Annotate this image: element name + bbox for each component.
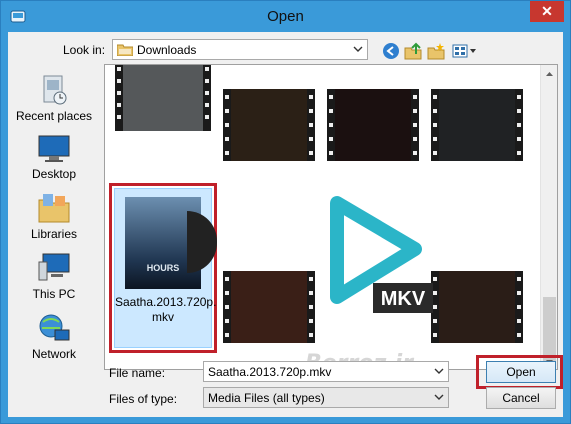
place-libraries[interactable]: Libraries — [8, 192, 100, 250]
video-thumbnail[interactable] — [115, 65, 211, 131]
selected-file-name: Saatha.2013.720p. mkv — [115, 295, 217, 324]
file-name-value: Saatha.2013.720p.mkv — [208, 365, 332, 379]
selected-file[interactable]: HOURS Saatha.2013.720p. mkv — [114, 188, 217, 348]
places-bar: Recent places Desktop Libraries This PC … — [8, 64, 100, 364]
file-type-value: Media Files (all types) — [208, 391, 325, 405]
recent-places-icon — [43, 75, 67, 105]
file-type-dropdown[interactable]: Media Files (all types) — [203, 387, 449, 408]
place-label: Desktop — [31, 167, 77, 181]
folder-icon — [117, 44, 133, 56]
mkv-play-icon: MKV — [330, 196, 433, 313]
selected-file-highlight[interactable]: HOURS Saatha.2013.720p. mkv — [109, 183, 217, 353]
vertical-scrollbar[interactable] — [540, 65, 557, 369]
video-thumbnail[interactable] — [431, 271, 523, 343]
place-label: Network — [31, 347, 76, 361]
cancel-button[interactable]: Cancel — [486, 387, 556, 409]
window-title: Open — [267, 8, 304, 25]
open-dialog: Open ✕ Look in: Downloads Recent places … — [0, 0, 571, 424]
close-button[interactable]: ✕ — [530, 1, 564, 22]
place-recent[interactable]: Recent places — [8, 74, 100, 132]
open-button[interactable]: Open — [486, 361, 556, 383]
chevron-down-icon[interactable] — [434, 366, 444, 376]
video-thumbnail[interactable] — [431, 89, 523, 161]
new-folder-icon[interactable] — [427, 42, 445, 60]
desktop-icon — [38, 135, 70, 162]
file-name-label: File name: — [109, 366, 166, 380]
look-in-dropdown[interactable]: Downloads — [112, 39, 368, 60]
dialog-body: Look in: Downloads Recent places Desktop… — [8, 32, 563, 417]
chevron-down-icon[interactable] — [434, 392, 444, 402]
chevron-down-icon — [353, 46, 363, 52]
video-thumbnail[interactable] — [327, 89, 419, 161]
look-in-label: Look in: — [63, 43, 106, 57]
place-network[interactable]: Network — [8, 312, 100, 370]
place-label: This PC — [32, 287, 76, 301]
up-folder-icon[interactable] — [404, 42, 422, 60]
title-bar[interactable]: Open ✕ — [1, 1, 570, 31]
libraries-icon — [38, 194, 70, 223]
place-this-pc[interactable]: This PC — [8, 252, 100, 310]
video-thumbnail[interactable] — [223, 271, 315, 343]
place-label: Libraries — [30, 227, 78, 241]
place-label: Recent places — [15, 109, 93, 123]
file-name-field[interactable]: Saatha.2013.720p.mkv — [203, 361, 449, 382]
scroll-up-icon[interactable] — [545, 70, 554, 79]
disc-icon — [187, 211, 217, 273]
file-list[interactable]: HOURS Saatha.2013.720p. mkv MKV — [104, 64, 558, 370]
network-icon — [39, 314, 70, 341]
mkv-badge: MKV — [381, 288, 426, 310]
file-type-label: Files of type: — [109, 392, 178, 406]
place-desktop[interactable]: Desktop — [8, 134, 100, 192]
this-pc-icon — [38, 253, 70, 281]
view-menu-icon[interactable] — [452, 42, 478, 60]
video-thumbnail[interactable] — [223, 89, 315, 161]
look-in-value: Downloads — [137, 43, 197, 57]
back-icon[interactable] — [382, 42, 400, 60]
